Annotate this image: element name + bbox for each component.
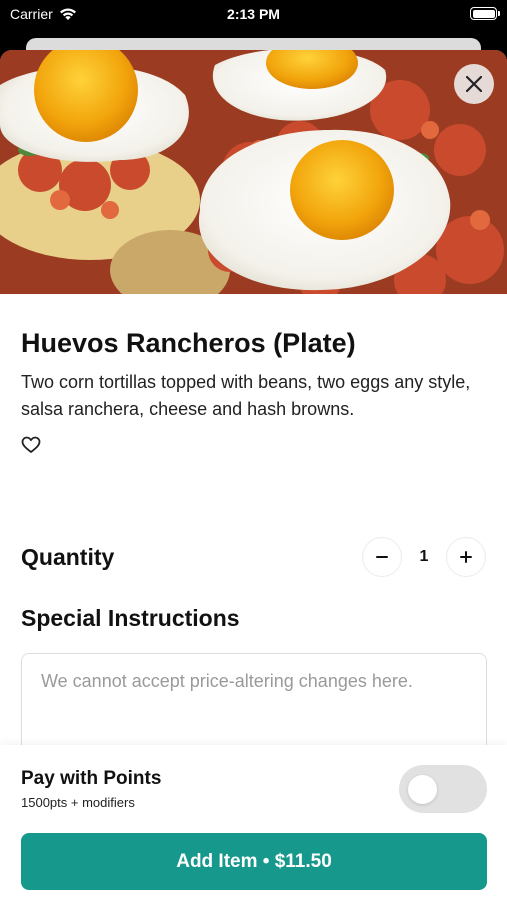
battery-icon — [470, 7, 500, 20]
pay-with-points-label: Pay with Points — [21, 768, 162, 789]
item-detail-modal: Huevos Rancheros (Plate) Two corn tortil… — [0, 50, 507, 900]
item-photo — [0, 50, 507, 294]
increment-button[interactable] — [446, 537, 486, 577]
decrement-button[interactable] — [362, 537, 402, 577]
status-time: 2:13 PM — [227, 6, 280, 22]
close-button[interactable] — [454, 64, 494, 104]
order-footer: Pay with Points 1500pts + modifiers Add … — [0, 745, 507, 900]
plus-icon — [460, 551, 472, 563]
special-instructions-label: Special Instructions — [21, 605, 240, 631]
toggle-knob — [408, 775, 437, 804]
points-cost: 1500pts + modifiers — [21, 795, 135, 810]
quantity-value: 1 — [419, 548, 429, 565]
quantity-label: Quantity — [21, 543, 115, 570]
quantity-row: Quantity 1 — [21, 537, 486, 577]
close-icon — [465, 75, 483, 93]
minus-icon — [376, 556, 388, 558]
add-item-button[interactable]: Add Item • $11.50 — [21, 833, 487, 890]
pay-with-points-toggle[interactable] — [399, 765, 487, 813]
item-description: Two corn tortillas topped with beans, tw… — [21, 372, 471, 419]
huevos-rancheros-photo — [0, 50, 507, 294]
item-title: Huevos Rancheros (Plate) — [21, 328, 356, 358]
item-info: Huevos Rancheros (Plate) Two corn tortil… — [0, 328, 507, 460]
quantity-stepper: 1 — [362, 537, 486, 577]
heart-outline-icon[interactable] — [21, 435, 41, 455]
status-bar: Carrier 2:13 PM — [0, 0, 507, 30]
